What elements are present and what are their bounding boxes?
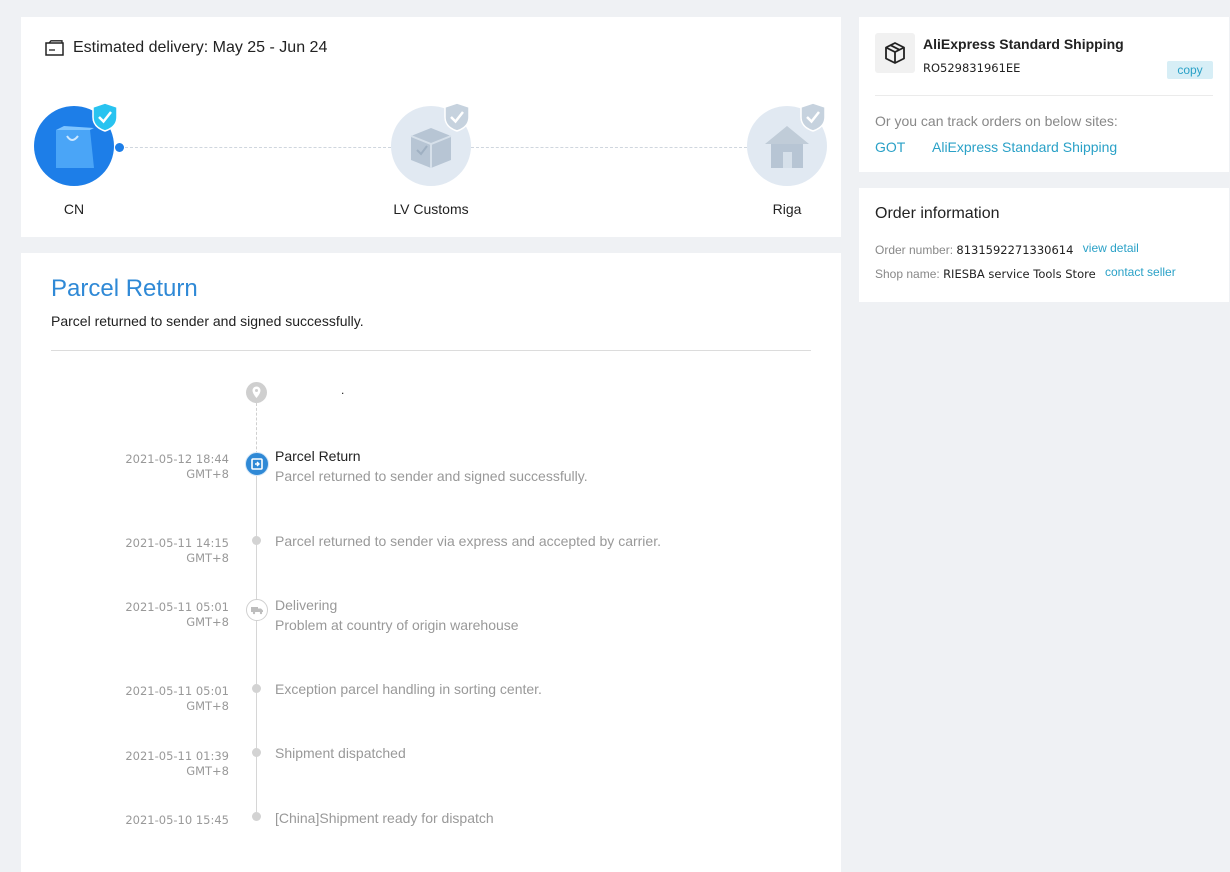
return-icon [245,452,269,476]
shop-name-label: Shop name: [875,267,940,281]
truck-icon [246,599,268,621]
status-title: Parcel Return [51,275,198,302]
event-detail: Problem at country of origin warehouse [275,617,519,633]
estimated-delivery: Estimated delivery: May 25 - Jun 24 [45,39,327,57]
timeline-dot [252,812,261,821]
timeline-dot [252,684,261,693]
order-number: 8131592271330614 [956,243,1074,257]
event-date: 2021-05-11 01:39 GMT+8 [125,749,229,778]
event-date: 2021-05-11 05:01 GMT+8 [125,684,229,713]
timeline-dot [252,536,261,545]
pending-shield-icon [444,102,470,132]
event-text: Shipment dispatched [275,743,406,763]
order-number-row: Order number: 8131592271330614 view deta… [875,241,1139,257]
delivery-progress-card: Estimated delivery: May 25 - Jun 24 CN L… [21,17,841,237]
tracking-events-card: Parcel Return Parcel returned to sender … [21,253,841,872]
event-text: Parcel returned to sender via express an… [275,531,661,551]
event-date: 2021-05-11 05:01 GMT+8 [125,600,229,629]
progress-current-dot [115,143,124,152]
order-number-label: Order number: [875,243,954,257]
event-date: 2021-05-12 18:44 GMT+8 [125,452,229,481]
location-text: . [341,383,345,397]
track-link-got[interactable]: GOT [875,139,905,155]
event-text: [China]Shipment ready for dispatch [275,808,494,828]
event-detail: Exception parcel handling in sorting cen… [275,681,542,697]
copy-button[interactable]: copy [1167,61,1213,79]
progress-line-2 [471,147,747,148]
pending-shield-icon [800,102,826,132]
verified-shield-icon [92,102,118,132]
event-text: Parcel Return Parcel returned to sender … [275,446,588,486]
timeline-line-dotted [256,403,257,459]
track-link-aliexpress[interactable]: AliExpress Standard Shipping [932,139,1117,155]
calendar-card-icon [45,40,64,56]
status-subtitle: Parcel returned to sender and signed suc… [51,313,364,329]
event-title: Parcel Return [275,448,361,464]
event-detail: Parcel returned to sender via express an… [275,533,661,549]
node-label-destination: Riga [772,201,802,217]
order-info-card: Order information Order number: 81315922… [859,188,1229,302]
track-sites-note: Or you can track orders on below sites: [875,113,1118,129]
node-label-customs: LV Customs [393,201,469,217]
contact-seller-link[interactable]: contact seller [1105,265,1176,279]
carrier-name: AliExpress Standard Shipping [923,36,1124,52]
order-info-title: Order information [875,205,1000,222]
event-text: Exception parcel handling in sorting cen… [275,679,542,699]
event-text: Delivering Problem at country of origin … [275,595,519,635]
event-detail: Parcel returned to sender and signed suc… [275,468,588,484]
timeline-dot [252,748,261,757]
event-detail: [China]Shipment ready for dispatch [275,810,494,826]
tracking-number: RO529831961EE [923,61,1021,75]
event-date: 2021-05-10 15:45 [125,813,229,827]
shop-name-row: Shop name: RIESBA service Tools Store co… [875,265,1176,281]
timeline-line [256,467,257,817]
view-detail-link[interactable]: view detail [1083,241,1139,255]
progress-line-1 [125,147,391,148]
package-icon [875,33,915,73]
node-label-origin: CN [63,201,85,217]
event-title: Delivering [275,597,338,613]
estimated-delivery-text: Estimated delivery: May 25 - Jun 24 [73,39,328,56]
divider [875,95,1213,96]
shop-name: RIESBA service Tools Store [943,267,1096,281]
shipping-info-card: AliExpress Standard Shipping RO529831961… [859,17,1229,172]
divider [51,350,811,351]
event-detail: Shipment dispatched [275,745,406,761]
event-date: 2021-05-11 14:15 GMT+8 [125,536,229,565]
location-pin-icon [246,382,267,403]
